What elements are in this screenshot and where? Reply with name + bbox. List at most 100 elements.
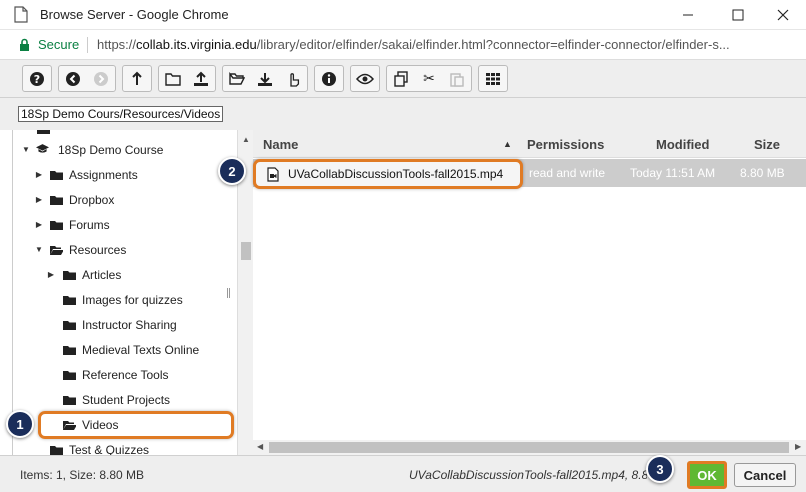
tree-item-medieval-texts[interactable]: Medieval Texts Online	[13, 340, 237, 360]
forward-icon[interactable]	[87, 66, 115, 91]
document-icon	[14, 6, 28, 23]
window-titlebar: Browse Server - Google Chrome	[0, 0, 806, 30]
upload-icon[interactable]	[187, 66, 215, 91]
file-size: 8.80 MB	[740, 166, 785, 180]
url-path: /library/editor/elfinder/sakai/elfinder.…	[256, 37, 730, 52]
column-modified[interactable]: Modified	[656, 137, 709, 152]
tree-item-label: Images for quizzes	[82, 293, 183, 307]
tree-item-images-for-quizzes[interactable]: Images for quizzes	[13, 290, 237, 310]
url-host: collab.its.virginia.edu	[136, 37, 257, 52]
back-icon[interactable]	[59, 66, 87, 91]
video-file-icon	[267, 167, 279, 182]
tree-scrollbar-thumb[interactable]	[241, 242, 251, 260]
help-icon[interactable]: ?	[23, 66, 51, 91]
tree-item-label: Forums	[69, 218, 110, 232]
minimize-icon	[683, 14, 693, 16]
new-folder-icon[interactable]	[159, 66, 187, 91]
caret-down-icon[interactable]: ▼	[34, 240, 44, 260]
caret-right-icon[interactable]: ▶	[34, 165, 44, 185]
preview-icon[interactable]	[351, 66, 379, 91]
tree-item-label: Assignments	[69, 168, 138, 182]
folder-icon	[63, 396, 76, 405]
paste-icon[interactable]	[443, 66, 471, 91]
tree-item-label: Instructor Sharing	[82, 318, 177, 332]
toolbar-group-up	[122, 65, 152, 92]
scroll-up-icon[interactable]: ▲	[242, 135, 250, 144]
ok-button[interactable]: OK	[687, 461, 727, 489]
cut-icon[interactable]: ✂	[415, 66, 443, 91]
file-modified: Today 11:51 AM	[630, 166, 716, 180]
folder-icon	[50, 171, 63, 180]
tree-item-assignments[interactable]: ▶ Assignments	[13, 165, 237, 185]
up-icon[interactable]	[123, 66, 151, 91]
elfinder-toolbar: ? ✂	[0, 60, 806, 98]
column-permissions[interactable]: Permissions	[527, 137, 604, 152]
file-permissions: read and write	[529, 166, 606, 180]
file-list-header: Name ▲ Permissions Modified Size	[253, 130, 806, 158]
tree-item-articles[interactable]: ▶ Articles	[13, 265, 237, 285]
file-list-scrollbar[interactable]: ◀ ▶	[253, 440, 806, 455]
info-icon[interactable]	[315, 66, 343, 91]
copy-icon[interactable]	[387, 66, 415, 91]
scroll-right-icon[interactable]: ▶	[795, 442, 801, 451]
sort-asc-icon[interactable]: ▲	[503, 139, 512, 149]
tree-item-course[interactable]: ▼ 18Sp Demo Course	[13, 140, 237, 160]
minimize-button[interactable]	[665, 0, 711, 30]
select-icon[interactable]	[279, 66, 307, 91]
caret-right-icon[interactable]: ▶	[46, 265, 56, 285]
window-title: Browse Server - Google Chrome	[40, 7, 229, 22]
scroll-left-icon[interactable]: ◀	[257, 442, 263, 451]
download-icon[interactable]	[251, 66, 279, 91]
address-separator	[87, 37, 88, 53]
folder-tree: ▼ 18Sp Demo Course ▶ Assignments ▶ Dropb…	[12, 130, 237, 455]
folder-icon	[50, 446, 63, 455]
tree-item-reference-tools[interactable]: Reference Tools	[13, 365, 237, 385]
column-name[interactable]: Name	[263, 137, 298, 152]
tree-item-label: Student Projects	[82, 393, 171, 407]
file-list-scrollbar-thumb[interactable]	[269, 442, 789, 453]
url-text[interactable]: https://collab.its.virginia.edu/library/…	[97, 37, 802, 52]
callout-badge-1: 1	[6, 410, 34, 438]
folder-icon	[50, 221, 63, 230]
svg-text:?: ?	[34, 73, 40, 86]
maximize-button[interactable]	[715, 0, 761, 30]
tree-item-forums[interactable]: ▶ Forums	[13, 215, 237, 235]
view-icon[interactable]	[479, 66, 507, 91]
column-size[interactable]: Size	[754, 137, 780, 152]
tree-item-instructor-sharing[interactable]: Instructor Sharing	[13, 315, 237, 335]
toolbar-group-preview	[350, 65, 380, 92]
tree-item-label: 18Sp Demo Course	[58, 143, 164, 157]
status-selection: UVaCollabDiscussionTools-fall2015.mp4, 8…	[409, 468, 647, 482]
folder-icon	[50, 196, 63, 205]
folder-icon	[63, 321, 76, 330]
current-path: 18Sp Demo Cours/Resources/Videos	[18, 106, 224, 122]
close-icon	[777, 9, 789, 21]
cancel-button[interactable]: Cancel	[734, 463, 796, 487]
file-name-highlight[interactable]: UVaCollabDiscussionTools-fall2015.mp4	[253, 159, 523, 189]
address-bar[interactable]: Secure https://collab.its.virginia.edu/l…	[0, 30, 806, 60]
caret-right-icon[interactable]: ▶	[34, 190, 44, 210]
folder-icon	[63, 346, 76, 355]
pane-resize-handle[interactable]	[227, 288, 230, 298]
tree-item-dropbox[interactable]: ▶ Dropbox	[13, 190, 237, 210]
open-icon[interactable]	[223, 66, 251, 91]
tree-item-tests-quizzes[interactable]: Test & Quizzes	[13, 440, 237, 455]
folder-open-icon	[50, 246, 63, 255]
url-scheme: https://	[97, 37, 137, 52]
caret-down-icon[interactable]: ▼	[21, 140, 31, 160]
course-icon	[36, 144, 49, 153]
status-items: Items: 1, Size: 8.80 MB	[20, 468, 145, 482]
toolbar-group-help: ?	[22, 65, 52, 92]
toolbar-group-file	[222, 65, 308, 92]
callout-badge-2: 2	[218, 157, 246, 185]
callout-badge-3: 3	[646, 455, 674, 483]
close-button[interactable]	[760, 0, 806, 30]
tree-item-label: Resources	[69, 243, 127, 257]
status-bar: Items: 1, Size: 8.80 MB UVaCollabDiscuss…	[0, 455, 806, 492]
videos-highlight[interactable]	[38, 411, 234, 439]
tree-item-student-projects[interactable]: Student Projects	[13, 390, 237, 410]
folder-icon	[63, 296, 76, 305]
folder-icon	[63, 371, 76, 380]
caret-right-icon[interactable]: ▶	[34, 215, 44, 235]
tree-item-resources[interactable]: ▼ Resources	[13, 240, 237, 260]
